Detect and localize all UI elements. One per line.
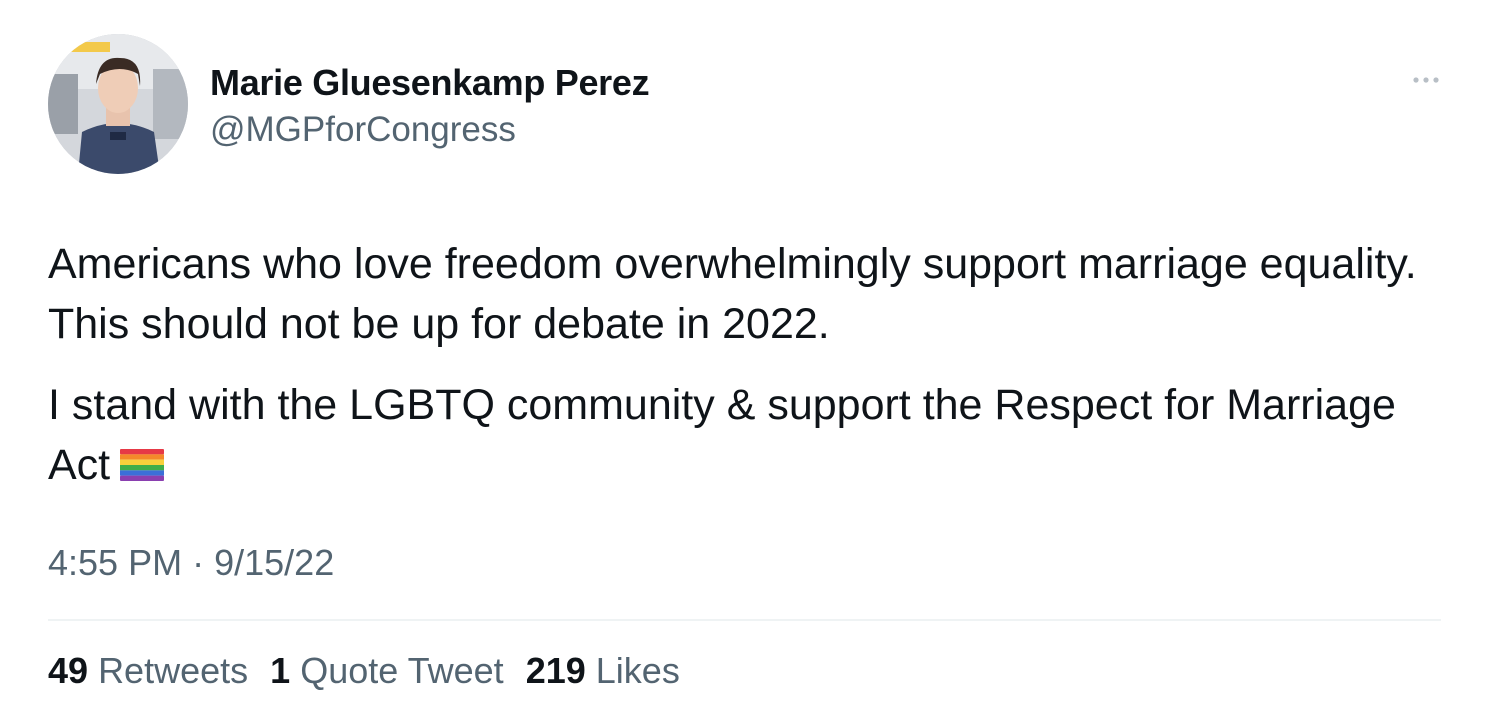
tweet-text: Americans who love freedom overwhelmingl… [48, 234, 1448, 495]
avatar-photo [48, 34, 188, 174]
tweet-paragraph-text: I stand with the LGBTQ community & suppo… [48, 381, 1396, 489]
divider [48, 619, 1441, 621]
tweet-paragraph-with-emoji: I stand with the LGBTQ community & suppo… [48, 375, 1448, 495]
tweet-paragraph: Americans who love freedom overwhelmingl… [48, 240, 1417, 348]
retweets-count: 49 [48, 650, 89, 691]
more-options-icon[interactable] [1408, 66, 1444, 94]
likes-label: Likes [595, 650, 680, 691]
author-handle[interactable]: @MGPforCongress [210, 110, 516, 150]
timestamp-separator: · [192, 542, 205, 583]
quotes-label: Quote Tweet [300, 650, 504, 691]
retweets-label: Retweets [98, 650, 249, 691]
tweet-time[interactable]: 4:55 PM [48, 542, 182, 583]
likes-stat[interactable]: 219 Likes [526, 650, 680, 691]
quote-tweets-stat[interactable]: 1 Quote Tweet [270, 650, 504, 691]
tweet-card: Marie Gluesenkamp Perez @MGPforCongress … [0, 0, 1506, 722]
retweets-stat[interactable]: 49 Retweets [48, 650, 248, 691]
quotes-count: 1 [270, 650, 291, 691]
engagement-stats: 49 Retweets 1 Quote Tweet 219 Likes [48, 650, 692, 692]
tweet-timestamp[interactable]: 4:55 PM · 9/15/22 [48, 542, 334, 584]
avatar[interactable] [48, 34, 188, 174]
author-display-name[interactable]: Marie Gluesenkamp Perez [210, 62, 650, 104]
likes-count: 219 [525, 650, 586, 691]
tweet-date[interactable]: 9/15/22 [214, 542, 334, 583]
rainbow-flag-icon [120, 448, 165, 481]
